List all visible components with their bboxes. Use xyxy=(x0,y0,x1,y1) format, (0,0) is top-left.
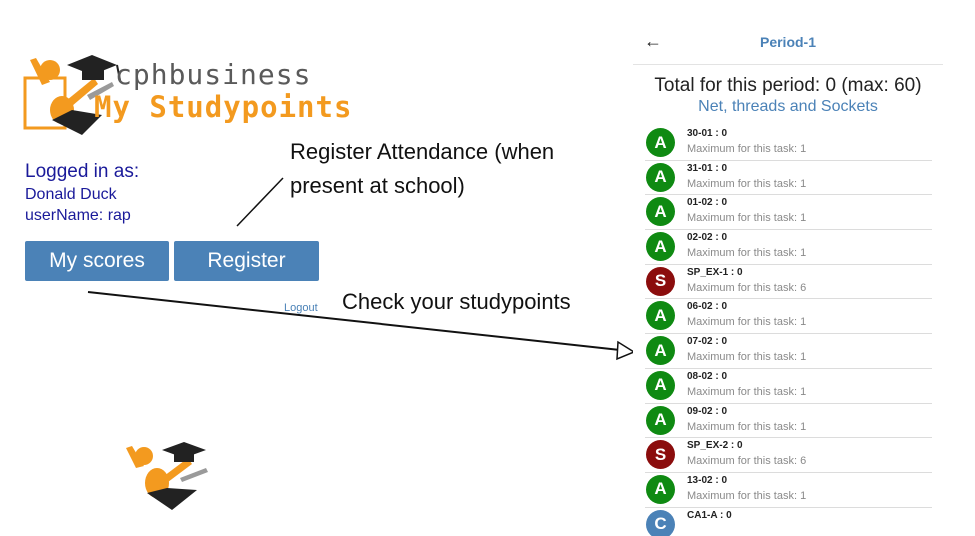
task-name: 13-02 : 0 xyxy=(687,474,728,486)
task-badge: A xyxy=(646,405,675,435)
task-max-points: Maximum for this task: 1 xyxy=(687,316,807,329)
task-max-points: Maximum for this task: 1 xyxy=(687,177,807,190)
task-row[interactable]: A 07-02 : 0 Maximum for this task: 1 xyxy=(645,334,932,369)
task-list: A 30-01 : 0 Maximum for this task: 1 A 31-01… xyxy=(645,126,932,536)
task-max-points: Maximum for this task: 1 xyxy=(687,143,807,155)
task-badge: S xyxy=(646,266,675,296)
task-name: 07-02 : 0 xyxy=(687,336,728,348)
task-max-points: Maximum for this task: 1 xyxy=(687,351,807,364)
task-max-points: Maximum for this task: 1 xyxy=(687,212,807,225)
task-row[interactable]: C CA1-A : 0 xyxy=(645,508,932,536)
task-max-points: Maximum for this task: 6 xyxy=(687,281,807,294)
task-row[interactable]: A 08-02 : 0 Maximum for this task: 1 xyxy=(645,369,932,404)
task-row[interactable]: S SP_EX-2 : 0 Maximum for this task: 6 xyxy=(645,438,932,473)
task-badge: A xyxy=(646,336,675,366)
task-name: 01-02 : 0 xyxy=(687,197,728,209)
task-row[interactable]: A 09-02 : 0 Maximum for this task: 1 xyxy=(645,404,932,439)
period-total: Total for this period: 0 (max: 60) xyxy=(654,75,922,96)
scores-pointer-line xyxy=(87,291,621,351)
task-name: 08-02 : 0 xyxy=(687,370,728,382)
arrowhead-icon xyxy=(616,340,636,361)
task-max-points: Maximum for this task: 1 xyxy=(687,489,807,502)
task-name: 09-02 : 0 xyxy=(687,405,728,417)
task-badge: A xyxy=(646,370,675,400)
task-name: SP_EX-2 : 0 xyxy=(687,440,743,452)
task-name: SP_EX-1 : 0 xyxy=(687,266,743,278)
task-badge: A xyxy=(646,232,675,262)
task-max-points: Maximum for this task: 6 xyxy=(687,455,807,468)
task-row[interactable]: A 31-01 : 0 Maximum for this task: 1 xyxy=(645,161,932,196)
task-name: 02-02 : 0 xyxy=(687,232,728,244)
task-name: 31-01 : 0 xyxy=(687,162,728,174)
phone-screen: ← Period-1 Total for this period: 0 (max… xyxy=(633,22,943,536)
task-row[interactable]: A 30-01 : 0 Maximum for this task: 1 xyxy=(645,126,932,161)
mascot-icon xyxy=(126,442,208,510)
task-max-points: Maximum for this task: 1 xyxy=(687,247,807,260)
task-badge: A xyxy=(646,128,675,157)
task-badge: A xyxy=(646,197,675,227)
task-name: CA1-A : 0 xyxy=(687,509,732,521)
register-pointer-line xyxy=(236,177,284,227)
task-badge: A xyxy=(646,162,675,192)
period-title: Period-1 xyxy=(759,34,816,50)
task-badge: A xyxy=(646,474,675,504)
task-name: 30-01 : 0 xyxy=(687,128,728,139)
task-max-points: Maximum for this task: 1 xyxy=(687,385,807,398)
task-badge: C xyxy=(646,509,675,536)
task-row[interactable]: A 06-02 : 0 Maximum for this task: 1 xyxy=(645,299,932,335)
task-badge: S xyxy=(646,440,675,470)
task-max-points: Maximum for this task: 1 xyxy=(687,420,807,433)
task-row[interactable]: S SP_EX-1 : 0 Maximum for this task: 6 xyxy=(645,265,932,300)
task-row[interactable]: A 01-02 : 0 Maximum for this task: 1 xyxy=(645,195,932,231)
task-row[interactable]: A 13-02 : 0 Maximum for this task: 1 xyxy=(645,473,932,508)
task-row[interactable]: A 02-02 : 0 Maximum for this task: 1 xyxy=(645,230,932,265)
period-subtitle: Net, threads and Sockets xyxy=(698,98,878,115)
phone-top-bar: ← Period-1 xyxy=(633,22,943,65)
task-badge: A xyxy=(646,301,675,331)
task-name: 06-02 : 0 xyxy=(687,301,728,313)
